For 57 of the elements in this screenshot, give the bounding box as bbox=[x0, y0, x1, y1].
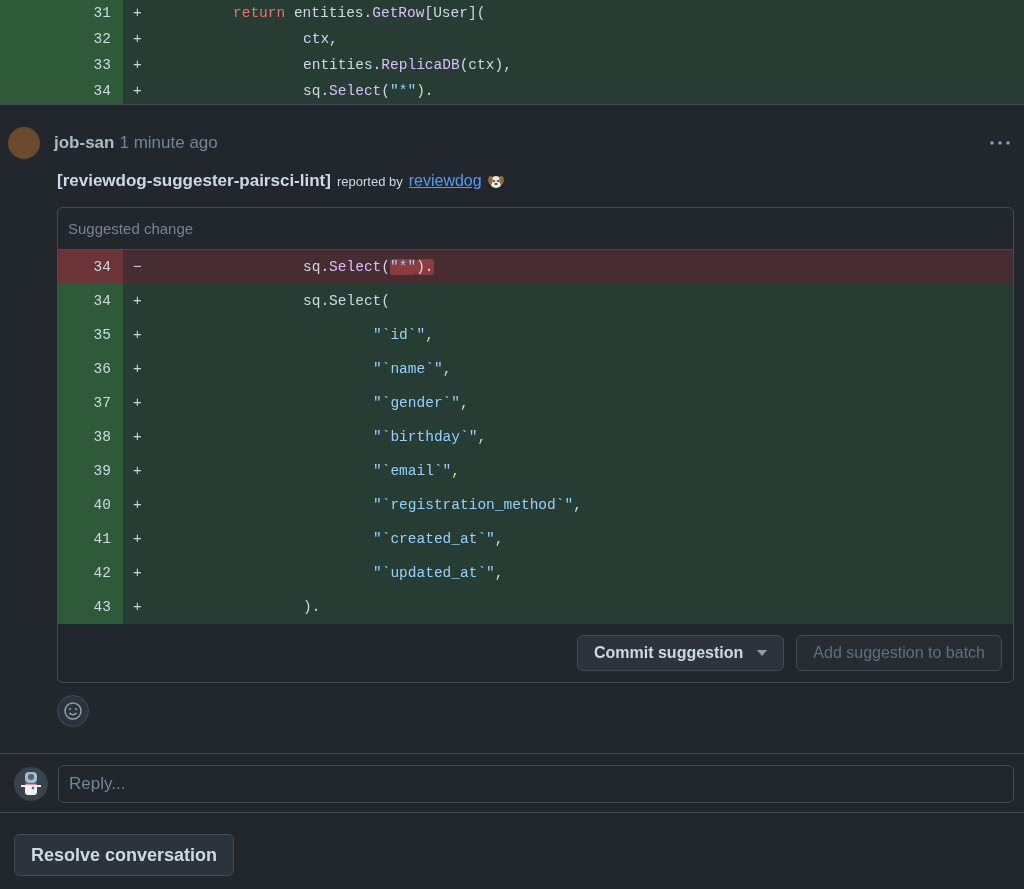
dog-face-icon bbox=[487, 173, 504, 189]
line-number: 41 bbox=[58, 522, 123, 556]
code-line: "`id`", bbox=[372, 327, 434, 343]
code-line: "`birthday`", bbox=[372, 429, 487, 445]
reply-field[interactable]: Reply... bbox=[58, 765, 1014, 803]
line-number: 39 bbox=[58, 454, 123, 488]
line-number: 40 bbox=[58, 488, 123, 522]
line-number: 34 bbox=[58, 284, 123, 318]
code-line: "`gender`", bbox=[372, 395, 469, 411]
comment-author[interactable]: job-san bbox=[54, 133, 115, 152]
line-number: 35 bbox=[58, 318, 123, 352]
reported-by-text: reported by bbox=[336, 173, 403, 189]
code-line: return entities.GetRow[User]( bbox=[232, 5, 486, 21]
line-number: 33 bbox=[0, 52, 123, 78]
diff-sign: + bbox=[132, 31, 143, 47]
line-number: 38 bbox=[58, 420, 123, 454]
more-options-icon[interactable] bbox=[990, 141, 1010, 145]
line-number: 32 bbox=[0, 26, 123, 52]
code-line: "`created_at`", bbox=[372, 531, 504, 547]
comment-time[interactable]: 1 minute ago bbox=[119, 133, 218, 152]
diff-sign: + bbox=[132, 361, 143, 377]
code-line: "`email`", bbox=[372, 463, 461, 479]
line-number: 37 bbox=[58, 386, 123, 420]
code-line: "`updated_at`", bbox=[372, 565, 504, 581]
resolve-conversation-button[interactable]: Resolve conversation bbox=[14, 834, 235, 876]
diff-sign: + bbox=[132, 327, 143, 343]
diff-sign: + bbox=[132, 463, 143, 479]
diff-sign: + bbox=[132, 83, 143, 99]
suggestion-button[interactable]: Commit suggestion bbox=[576, 635, 785, 671]
diff-sign: + bbox=[132, 497, 143, 513]
code-line: entities.ReplicaDB(ctx), bbox=[302, 57, 512, 73]
diff-sign: + bbox=[132, 5, 143, 21]
line-number: 36 bbox=[58, 352, 123, 386]
code-line: sq.Select("*"). bbox=[302, 259, 434, 275]
linter-name: [reviewdog-suggester-pairsci-lint] bbox=[57, 171, 331, 191]
line-number: 42 bbox=[58, 556, 123, 590]
code-line: "`name`", bbox=[372, 361, 452, 377]
code-line: ctx, bbox=[302, 31, 338, 47]
add-reaction-icon[interactable] bbox=[57, 695, 89, 727]
diff-sign: − bbox=[132, 259, 143, 275]
line-number: 34 bbox=[58, 250, 123, 284]
diff-sign: + bbox=[132, 531, 143, 547]
reviewdog-link[interactable]: reviewdog bbox=[408, 172, 482, 190]
code-line: sq.Select("*"). bbox=[302, 83, 434, 99]
diff-sign: + bbox=[132, 293, 143, 309]
line-number: 34 bbox=[0, 78, 123, 104]
code-line: sq.Select( bbox=[302, 293, 390, 309]
code-line: ). bbox=[302, 599, 321, 615]
diff-sign: + bbox=[132, 565, 143, 581]
line-number: 43 bbox=[58, 590, 123, 624]
diff-sign: + bbox=[132, 429, 143, 445]
code-line: "`registration_method`", bbox=[372, 497, 582, 513]
diff-sign: + bbox=[132, 599, 143, 615]
robot-avatar-icon bbox=[14, 767, 48, 801]
diff-sign: + bbox=[132, 57, 143, 73]
diff-sign: + bbox=[132, 395, 143, 411]
line-number: 31 bbox=[0, 0, 123, 26]
